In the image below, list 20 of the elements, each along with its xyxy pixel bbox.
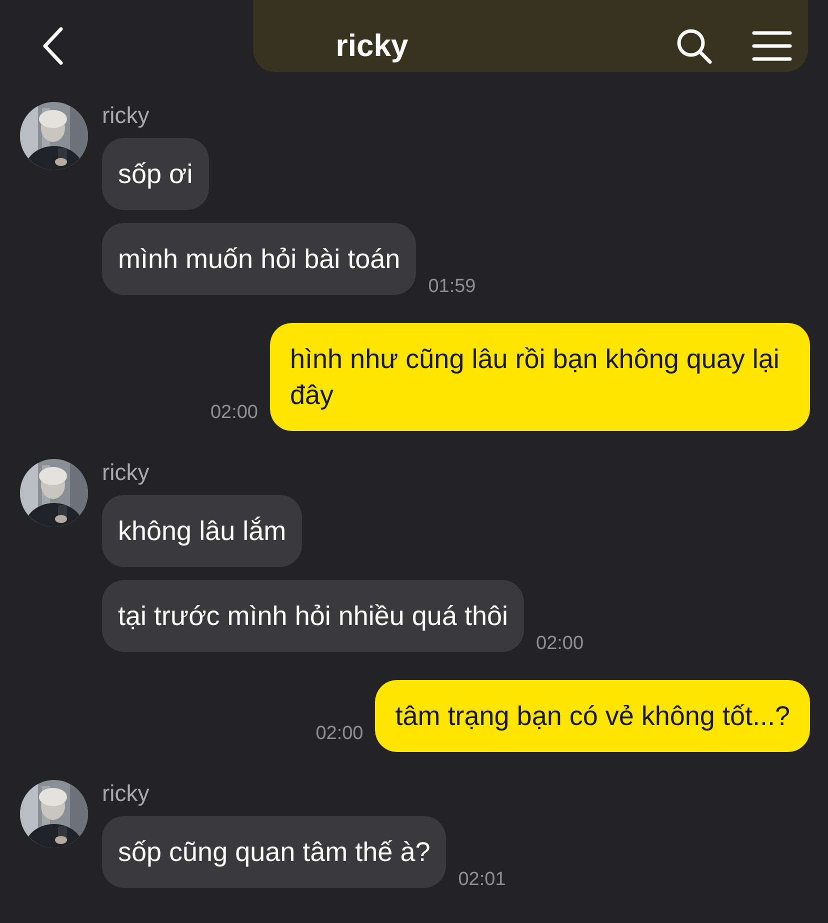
message-bubble: sốp ơi — [102, 138, 209, 210]
message-bubble: sốp cũng quan tâm thế à? — [102, 816, 446, 888]
message-bubble: tâm trạng bạn có vẻ không tốt...? — [375, 680, 810, 752]
message-bubble: hình như cũng lâu rồi bạn không quay lại đây — [270, 323, 810, 431]
sender-name: ricky — [102, 102, 150, 128]
message-time: 02:00 — [316, 722, 364, 746]
message-time: 02:01 — [458, 868, 506, 892]
sender-name: ricky — [102, 459, 150, 485]
message-bubble: tại trước mình hỏi nhiều quá thôi — [102, 580, 524, 652]
message-time: 01:59 — [428, 274, 476, 298]
back-icon — [42, 27, 64, 65]
chat-title: ricky — [336, 26, 408, 65]
menu-button[interactable] — [752, 29, 792, 63]
menu-icon — [752, 30, 792, 62]
message-bubble: không lâu lắm — [102, 495, 302, 567]
sender-name: ricky — [102, 780, 150, 806]
message-time: 02:00 — [210, 400, 258, 424]
message-bubble: mình muốn hỏi bài toán — [102, 223, 416, 295]
message-time: 02:00 — [536, 632, 584, 656]
search-icon — [675, 27, 713, 65]
